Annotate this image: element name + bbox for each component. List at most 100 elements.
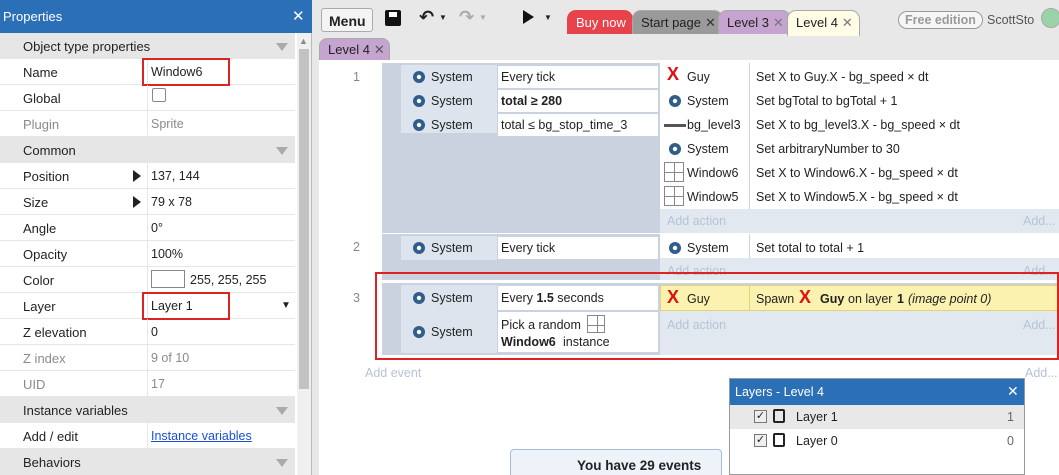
divider [147, 371, 148, 397]
tab-start-page[interactable]: Start page ✕ [632, 10, 723, 34]
property-value[interactable]: 137, 144 [151, 169, 200, 183]
property-value[interactable]: 79 x 78 [151, 195, 192, 209]
add-event-short[interactable]: Add... [1025, 366, 1058, 380]
condition-text: total ≥ 280 [501, 94, 563, 108]
lock-icon[interactable] [773, 409, 785, 423]
collapse-icon[interactable] [276, 43, 288, 51]
avatar[interactable] [1041, 8, 1059, 28]
property-row[interactable]: Opacity 100% [0, 241, 295, 267]
property-row[interactable]: Add / edit Instance variables [0, 423, 295, 449]
property-row[interactable]: Size 79 x 78 [0, 189, 295, 215]
redo-dropdown-icon[interactable]: ▼ [479, 13, 487, 22]
close-tab-icon[interactable]: ✕ [773, 15, 784, 30]
action-text[interactable]: Set X to Window6.X - bg_speed × dt [756, 166, 958, 180]
save-icon[interactable] [385, 10, 401, 26]
property-value[interactable]: 100% [151, 247, 183, 261]
tab-level-3[interactable]: Level 3 ✕ [718, 10, 791, 34]
gear-icon [413, 119, 425, 131]
play-icon[interactable] [523, 10, 534, 24]
gear-icon [669, 95, 681, 107]
property-row[interactable]: Name Window6 [0, 58, 295, 86]
section-label: Common [23, 143, 76, 158]
divider [147, 319, 148, 345]
property-row[interactable]: Z index 9 of 10 [0, 345, 295, 371]
property-value[interactable]: 17 [151, 377, 165, 391]
highlight-box [142, 58, 230, 86]
redo-icon[interactable]: ↷ [459, 7, 474, 28]
gear-icon [413, 95, 425, 107]
action-text[interactable]: Set total to total + 1 [756, 241, 864, 255]
action-list [660, 63, 1059, 209]
property-label: Position [23, 169, 70, 184]
condition-text: total ≤ bg_stop_time_3 [501, 118, 628, 132]
property-value[interactable]: 0 [151, 325, 158, 339]
property-row[interactable]: Z elevation 0 [0, 319, 295, 345]
layer-index: 1 [1007, 410, 1014, 424]
dropdown-icon[interactable]: ▼ [281, 300, 291, 311]
property-row[interactable]: Color 255, 255, 255 [0, 267, 295, 293]
tab-label: Level 3 [727, 15, 769, 30]
property-row[interactable]: UID 17 [0, 371, 295, 397]
close-icon[interactable]: ✕ [1007, 383, 1019, 400]
visibility-checkbox[interactable]: ✓ [754, 434, 767, 447]
property-row[interactable]: Angle 0° [0, 215, 295, 241]
divider [147, 163, 148, 189]
event-number: 1 [353, 70, 360, 84]
close-tab-icon[interactable]: ✕ [705, 15, 716, 30]
scrollbar-thumb[interactable] [299, 49, 309, 389]
object-name: System [431, 70, 473, 84]
tab-buy-now[interactable]: Buy now [567, 10, 633, 34]
tab-label: Level 4 [328, 42, 370, 57]
property-value[interactable]: 255, 255, 255 [190, 273, 266, 287]
action-text[interactable]: Set bgTotal to bgTotal + 1 [756, 94, 897, 108]
layer-name[interactable]: Layer 0 [796, 434, 838, 448]
action-text[interactable]: Set arbitraryNumber to 30 [756, 142, 900, 156]
collapse-icon[interactable] [276, 147, 288, 155]
divider [147, 241, 148, 267]
property-value[interactable]: 9 of 10 [151, 351, 189, 365]
property-value[interactable]: Sprite [151, 117, 184, 131]
collapse-icon[interactable] [276, 459, 288, 467]
property-row[interactable]: Plugin Sprite [0, 111, 295, 137]
property-section[interactable]: Common [0, 137, 295, 163]
highlight-box [142, 292, 230, 320]
add-action-link[interactable]: Add action [667, 214, 726, 228]
visibility-checkbox[interactable]: ✓ [754, 410, 767, 423]
add-action-short[interactable]: Add... [1023, 214, 1056, 228]
menu-button[interactable]: Menu [321, 8, 373, 32]
property-row[interactable]: Position 137, 144 [0, 163, 295, 189]
property-section[interactable]: Instance variables [0, 397, 295, 423]
property-section[interactable]: Object type properties [0, 33, 295, 59]
collapse-icon[interactable] [276, 407, 288, 415]
username[interactable]: ScottSto [987, 13, 1034, 27]
object-name: bg_level3 [687, 118, 741, 132]
expand-icon[interactable] [133, 196, 141, 208]
object-name: Window6 [687, 166, 739, 180]
undo-icon[interactable]: ↶ [419, 7, 434, 28]
scroll-up-icon[interactable]: ▲ [299, 36, 308, 46]
tab-label: Buy now [576, 15, 626, 30]
color-swatch[interactable] [151, 270, 185, 288]
layer-name[interactable]: Layer 1 [796, 410, 838, 424]
expand-icon[interactable] [133, 170, 141, 182]
close-tab-icon[interactable]: ✕ [374, 42, 385, 57]
tab-level-4-sheet[interactable]: Level 4 ✕ [319, 38, 390, 60]
close-tab-icon[interactable]: ✕ [842, 15, 853, 30]
tab-level-4[interactable]: Level 4 ✕ [787, 10, 860, 36]
add-event-link[interactable]: Add event [365, 366, 421, 380]
action-text[interactable]: Set X to bg_level3.X - bg_speed × dt [756, 118, 960, 132]
property-row[interactable]: Layer Layer 1 ▼ [0, 292, 295, 320]
action-text[interactable]: Set X to Window5.X - bg_speed × dt [756, 190, 958, 204]
close-icon[interactable]: ✕ [292, 7, 305, 25]
action-text[interactable]: Set X to Guy.X - bg_speed × dt [756, 70, 928, 84]
undo-dropdown-icon[interactable]: ▼ [439, 13, 447, 22]
property-value[interactable]: Instance variables [151, 429, 252, 443]
property-value[interactable]: 0° [151, 221, 163, 235]
property-section[interactable]: Behaviors [0, 449, 295, 475]
divider [147, 423, 148, 449]
property-row[interactable]: Global [0, 85, 295, 111]
object-name: System [431, 118, 473, 132]
lock-icon[interactable] [773, 433, 785, 447]
play-dropdown-icon[interactable]: ▼ [544, 13, 552, 22]
global-checkbox[interactable] [152, 88, 166, 102]
